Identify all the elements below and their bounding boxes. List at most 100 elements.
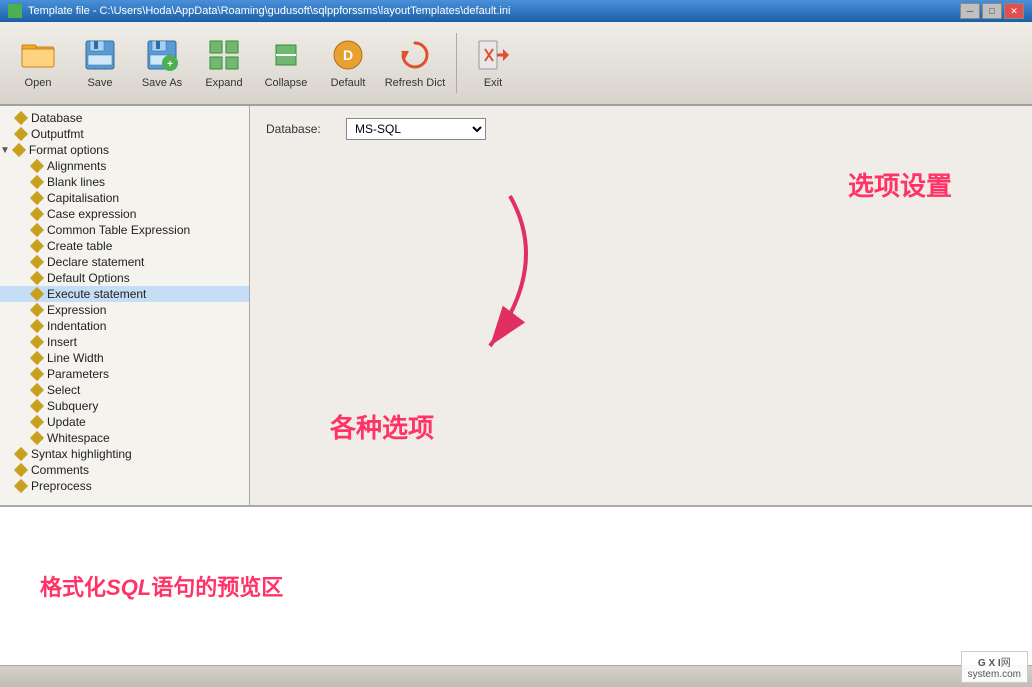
tree-item-label: Indentation <box>47 319 106 333</box>
preview-prefix: 格式化 <box>40 575 106 600</box>
preview-label: 格式化SQL语句的预览区 <box>40 570 283 602</box>
tree-item-label: Whitespace <box>47 431 110 445</box>
sidebar-item-preprocess[interactable]: Preprocess <box>0 478 249 494</box>
sidebar-item-insert[interactable]: Insert <box>0 334 249 350</box>
tree-item-label: Format options <box>29 143 109 157</box>
tree-item-icon <box>30 287 44 301</box>
tree-item-icon <box>30 415 44 429</box>
sidebar-item-case-expression[interactable]: Case expression <box>0 206 249 222</box>
tree-item-label: Subquery <box>47 399 98 413</box>
sidebar-item-outputfmt[interactable]: Outputfmt <box>0 126 249 142</box>
save-icon <box>82 37 118 73</box>
sidebar-item-indentation[interactable]: Indentation <box>0 318 249 334</box>
title-text: Template file - C:\Users\Hoda\AppData\Ro… <box>28 5 510 17</box>
toolbar-separator <box>456 33 457 93</box>
svg-text:+: + <box>167 59 173 70</box>
database-select[interactable]: MS-SQLMySQLOraclePostgreSQL <box>346 118 486 140</box>
sidebar-tree: DatabaseOutputfmt ▼ Format options Alignmen… <box>0 106 250 505</box>
tree-item-label: Capitalisation <box>47 191 119 205</box>
sidebar-item-select[interactable]: Select <box>0 382 249 398</box>
refresh-dict-button[interactable]: Refresh Dict <box>380 27 450 99</box>
tree-item-icon <box>12 143 26 157</box>
preview-suffix: 语句的预览区 <box>151 575 283 600</box>
tree-item-icon <box>14 479 28 493</box>
tree-item-icon <box>14 127 28 141</box>
open-label: Open <box>25 77 52 89</box>
sidebar-item-execute-statement[interactable]: Execute statement <box>0 286 249 302</box>
sidebar-item-whitespace[interactable]: Whitespace <box>0 430 249 446</box>
collapse-button[interactable]: Collapse <box>256 27 316 99</box>
tree-item-icon <box>30 399 44 413</box>
sidebar-item-comments[interactable]: Comments <box>0 462 249 478</box>
tree-item-icon <box>30 271 44 285</box>
default-button[interactable]: D Default <box>318 27 378 99</box>
tree-item-label: Parameters <box>47 367 109 381</box>
tree-item-icon <box>30 239 44 253</box>
expand-button[interactable]: Expand <box>194 27 254 99</box>
preview-sql: SQL <box>106 575 151 600</box>
sidebar-item-capitalisation[interactable]: Capitalisation <box>0 190 249 206</box>
sidebar-item-common-table-expression[interactable]: Common Table Expression <box>0 222 249 238</box>
sidebar-item-parameters[interactable]: Parameters <box>0 366 249 382</box>
tree-item-label: Update <box>47 415 86 429</box>
content-panel: Database: MS-SQLMySQLOraclePostgreSQL 选项… <box>250 106 1032 505</box>
collapse-icon <box>268 37 304 73</box>
sidebar-item-format-options[interactable]: ▼ Format options <box>0 142 249 158</box>
tree-item-icon <box>30 255 44 269</box>
sidebar-item-alignments[interactable]: Alignments <box>0 158 249 174</box>
sidebar-item-default-options[interactable]: Default Options <box>0 270 249 286</box>
annotation-arrow <box>350 186 570 386</box>
sidebar-item-line-width[interactable]: Line Width <box>0 350 249 366</box>
tree-item-label: Execute statement <box>47 287 146 301</box>
preview-area: 格式化SQL语句的预览区 <box>0 505 1032 665</box>
tree-item-icon <box>30 367 44 381</box>
svg-text:D: D <box>343 47 353 63</box>
main-area: DatabaseOutputfmt ▼ Format options Alignmen… <box>0 106 1032 505</box>
save-button[interactable]: Save <box>70 27 130 99</box>
open-button[interactable]: Open <box>8 27 68 99</box>
tree-item-icon <box>30 431 44 445</box>
sidebar-item-database[interactable]: Database <box>0 110 249 126</box>
sidebar-item-blank-lines[interactable]: Blank lines <box>0 174 249 190</box>
sidebar-item-subquery[interactable]: Subquery <box>0 398 249 414</box>
exit-button[interactable]: Exit <box>463 27 523 99</box>
refresh-dict-icon <box>397 37 433 73</box>
refresh-dict-label: Refresh Dict <box>385 77 446 89</box>
app-icon <box>8 4 22 18</box>
database-field-label: Database: <box>266 122 346 136</box>
sidebar-item-update[interactable]: Update <box>0 414 249 430</box>
tree-item-icon <box>14 111 28 125</box>
tree-expand-icon[interactable]: ▼ <box>0 145 10 156</box>
tree-item-label: Insert <box>47 335 77 349</box>
tree-item-label: Syntax highlighting <box>31 447 132 461</box>
title-bar: Template file - C:\Users\Hoda\AppData\Ro… <box>0 0 1032 22</box>
close-button[interactable]: ✕ <box>1004 3 1024 19</box>
tree-item-icon <box>30 207 44 221</box>
tree-item-label: Declare statement <box>47 255 144 269</box>
collapse-label: Collapse <box>265 77 308 89</box>
tree-item-icon <box>30 383 44 397</box>
tree-item-label: Alignments <box>47 159 106 173</box>
window-controls: ─ □ ✕ <box>960 3 1024 19</box>
tree-item-label: Comments <box>31 463 89 477</box>
default-icon: D <box>330 37 366 73</box>
tree-item-label: Expression <box>47 303 106 317</box>
minimize-button[interactable]: ─ <box>960 3 980 19</box>
tree-item-label: Database <box>31 111 82 125</box>
database-field-row: Database: MS-SQLMySQLOraclePostgreSQL <box>266 118 1016 140</box>
tree-item-label: Line Width <box>47 351 104 365</box>
sidebar-item-create-table[interactable]: Create table <box>0 238 249 254</box>
tree-item-icon <box>30 303 44 317</box>
tree-item-label: Case expression <box>47 207 136 221</box>
watermark: G X I网system.com <box>961 651 1028 683</box>
sidebar-item-expression[interactable]: Expression <box>0 302 249 318</box>
sidebar-item-syntax-highlighting[interactable]: Syntax highlighting <box>0 446 249 462</box>
exit-icon <box>475 37 511 73</box>
save-as-label: Save As <box>142 77 182 89</box>
tree-item-label: Common Table Expression <box>47 223 190 237</box>
tree-item-label: Create table <box>47 239 112 253</box>
status-bar: G X I网system.com <box>0 665 1032 687</box>
maximize-button[interactable]: □ <box>982 3 1002 19</box>
sidebar-item-declare-statement[interactable]: Declare statement <box>0 254 249 270</box>
save-as-button[interactable]: + Save As <box>132 27 192 99</box>
